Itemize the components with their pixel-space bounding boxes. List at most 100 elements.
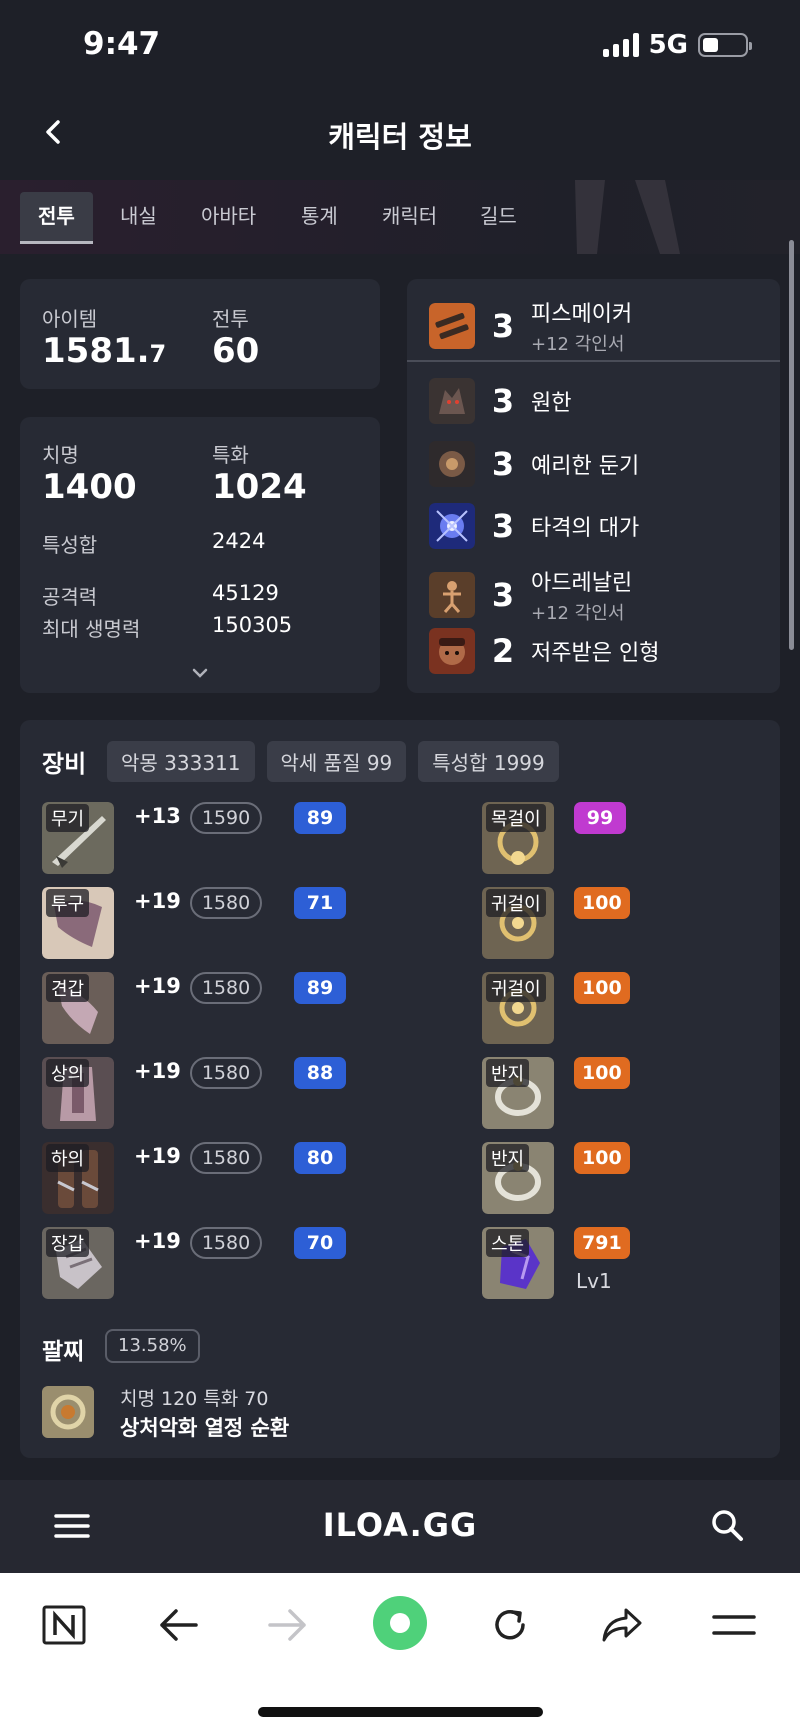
- tab-character[interactable]: 캐릭터: [364, 192, 455, 244]
- gear-helmet[interactable]: 투구 +19 1580 71: [42, 887, 382, 959]
- keen-blunt-icon: [429, 441, 475, 487]
- signal-icon: [602, 33, 639, 57]
- engraving-level: 3: [491, 307, 515, 345]
- engraving-level: 3: [491, 507, 515, 545]
- accessory-earring-1[interactable]: 귀걸이 100: [482, 887, 742, 959]
- gear-bottom[interactable]: 하의 +19 1580 80: [42, 1142, 382, 1214]
- slot-label: 견갑: [46, 974, 90, 1002]
- enhance-level: +19: [134, 974, 181, 998]
- stat-sum-value: 2424: [212, 529, 266, 553]
- item-level-pill: 1580: [190, 1142, 262, 1174]
- quality-badge: 80: [294, 1142, 346, 1174]
- browser-forward-icon[interactable]: [258, 1597, 318, 1653]
- tab-stats[interactable]: 통계: [283, 192, 356, 244]
- engraving-name: 타격의 대가: [531, 516, 640, 541]
- equipment-card: 장비 악몽 333311 악세 품질 99 특성합 1999 무기 +13 15…: [20, 720, 780, 1458]
- engraving-item[interactable]: 2 저주받은 인형: [429, 628, 659, 674]
- engraving-book: +12 각인서: [531, 334, 625, 355]
- slot-label: 스톤: [486, 1229, 530, 1257]
- item-level-label: 아이템: [42, 307, 98, 331]
- quality-badge: 100: [574, 972, 630, 1004]
- accessory-ring-2[interactable]: 반지 100: [482, 1142, 742, 1214]
- app-header: 캐릭터 정보: [0, 90, 800, 180]
- engraving-level: 2: [491, 632, 515, 670]
- network-label: 5G: [648, 30, 688, 60]
- engraving-book: +12 각인서: [531, 603, 625, 624]
- gear-gloves[interactable]: 장갑 +19 1580 70: [42, 1227, 382, 1299]
- quality-badge: 89: [294, 972, 346, 1004]
- attack-label: 공격력: [42, 585, 98, 609]
- gear-shoulder[interactable]: 견갑 +19 1580 89: [42, 972, 382, 1044]
- engraving-level: 3: [491, 445, 515, 483]
- quality-badge: 100: [574, 1142, 630, 1174]
- slot-label: 목걸이: [486, 804, 546, 832]
- reload-icon[interactable]: [480, 1597, 540, 1653]
- item-level-pill: 1580: [190, 1227, 262, 1259]
- item-level-pill: 1580: [190, 1057, 262, 1089]
- enhance-level: +19: [134, 889, 181, 913]
- naver-icon[interactable]: [34, 1597, 94, 1653]
- elixir-badge: 악몽 333311: [107, 741, 255, 782]
- engraving-item[interactable]: 3 타격의 대가: [429, 503, 639, 549]
- combat-level-value: 60: [212, 331, 260, 371]
- stat-sum-badge: 특성합 1999: [418, 741, 559, 782]
- status-right: 5G: [602, 30, 752, 60]
- quality-badge: 70: [294, 1227, 346, 1259]
- share-icon[interactable]: [592, 1597, 652, 1653]
- divider: [407, 360, 780, 362]
- battery-icon: [698, 33, 752, 57]
- quality-badge: 100: [574, 887, 630, 919]
- stone-level: Lv1: [576, 1269, 612, 1293]
- accessory-necklace[interactable]: 목걸이 99: [482, 802, 742, 874]
- summary-card: 아이템 1581.7 전투 60: [20, 279, 380, 389]
- tab-guild[interactable]: 길드: [462, 192, 535, 244]
- site-nav-bar: ILOA.GG: [0, 1480, 800, 1573]
- engraving-item[interactable]: 3 피스메이커 +12 각인서: [429, 296, 632, 356]
- bracelet-icon: [42, 1386, 94, 1438]
- stats-card: 치명 1400 특화 1024 특성합 2424 공격력 45129 최대 생명…: [20, 417, 380, 693]
- browser-back-icon[interactable]: [148, 1597, 208, 1653]
- engraving-name: 아드레날린: [531, 571, 633, 596]
- accessory-quality-badge: 악세 품질 99: [266, 741, 407, 782]
- chevron-down-icon[interactable]: [188, 663, 212, 683]
- slot-label: 투구: [46, 889, 90, 917]
- accessory-earring-2[interactable]: 귀걸이 100: [482, 972, 742, 1044]
- gear-top[interactable]: 상의 +19 1580 88: [42, 1057, 382, 1129]
- slot-label: 무기: [46, 804, 90, 832]
- enhance-level: +13: [134, 804, 181, 828]
- item-level-pill: 1580: [190, 887, 262, 919]
- enhance-level: +19: [134, 1229, 181, 1253]
- quality-badge: 99: [574, 802, 626, 834]
- accessory-ring-1[interactable]: 반지 100: [482, 1057, 742, 1129]
- site-brand[interactable]: ILOA.GG: [0, 1506, 800, 1544]
- engraving-name: 원한: [531, 391, 572, 416]
- quality-badge: 791: [574, 1227, 630, 1259]
- browser-menu-icon[interactable]: [704, 1597, 764, 1653]
- engraving-item[interactable]: 3 원한: [429, 378, 571, 424]
- slot-label: 반지: [486, 1144, 530, 1172]
- green-dot-icon[interactable]: [370, 1593, 430, 1653]
- tab-combat[interactable]: 전투: [20, 192, 93, 244]
- search-icon[interactable]: [710, 1508, 744, 1542]
- accessory-stone[interactable]: 스톤 791 Lv1: [482, 1227, 742, 1299]
- bracelet-percent: 13.58%: [105, 1329, 200, 1363]
- grudge-icon: [429, 378, 475, 424]
- engraving-item[interactable]: 3 아드레날린 +12 각인서: [429, 565, 632, 625]
- gear-weapon[interactable]: 무기 +13 1590 89: [42, 802, 382, 874]
- tab-bar: 전투 내실 아바타 통계 캐릭터 길드: [0, 180, 800, 254]
- engraving-level: 3: [491, 576, 515, 614]
- engraving-item[interactable]: 3 예리한 둔기: [429, 441, 639, 487]
- quality-badge: 88: [294, 1057, 346, 1089]
- tab-avatar[interactable]: 아바타: [183, 192, 274, 244]
- spec-value: 1024: [212, 467, 307, 507]
- status-bar: 9:47 5G: [0, 0, 800, 90]
- slot-label: 귀걸이: [486, 889, 546, 917]
- item-level-main: 1581.: [42, 331, 150, 371]
- adrenaline-icon: [429, 572, 475, 618]
- scrollbar[interactable]: [789, 240, 794, 650]
- spec-label: 특화: [212, 443, 249, 467]
- item-level-pill: 1590: [190, 802, 262, 834]
- item-level-pill: 1580: [190, 972, 262, 1004]
- tab-estate[interactable]: 내실: [102, 192, 175, 244]
- bracelet-item[interactable]: [42, 1386, 94, 1438]
